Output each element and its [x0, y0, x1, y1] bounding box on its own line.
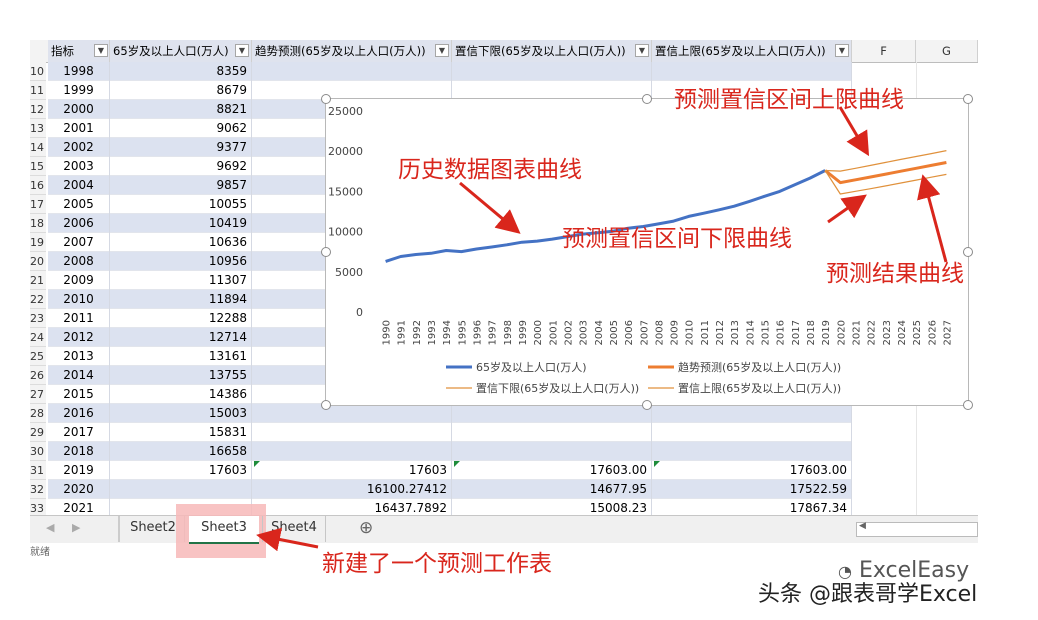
arrow-lower [827, 194, 867, 224]
arrow-forecast [917, 174, 948, 263]
arrow-upper [838, 106, 870, 157]
arrow-new-sheet [256, 527, 319, 552]
arrow-history [459, 181, 521, 234]
watermark-account: 头条 @跟表哥学Excel [758, 582, 978, 607]
annotation-arrows [256, 106, 948, 552]
